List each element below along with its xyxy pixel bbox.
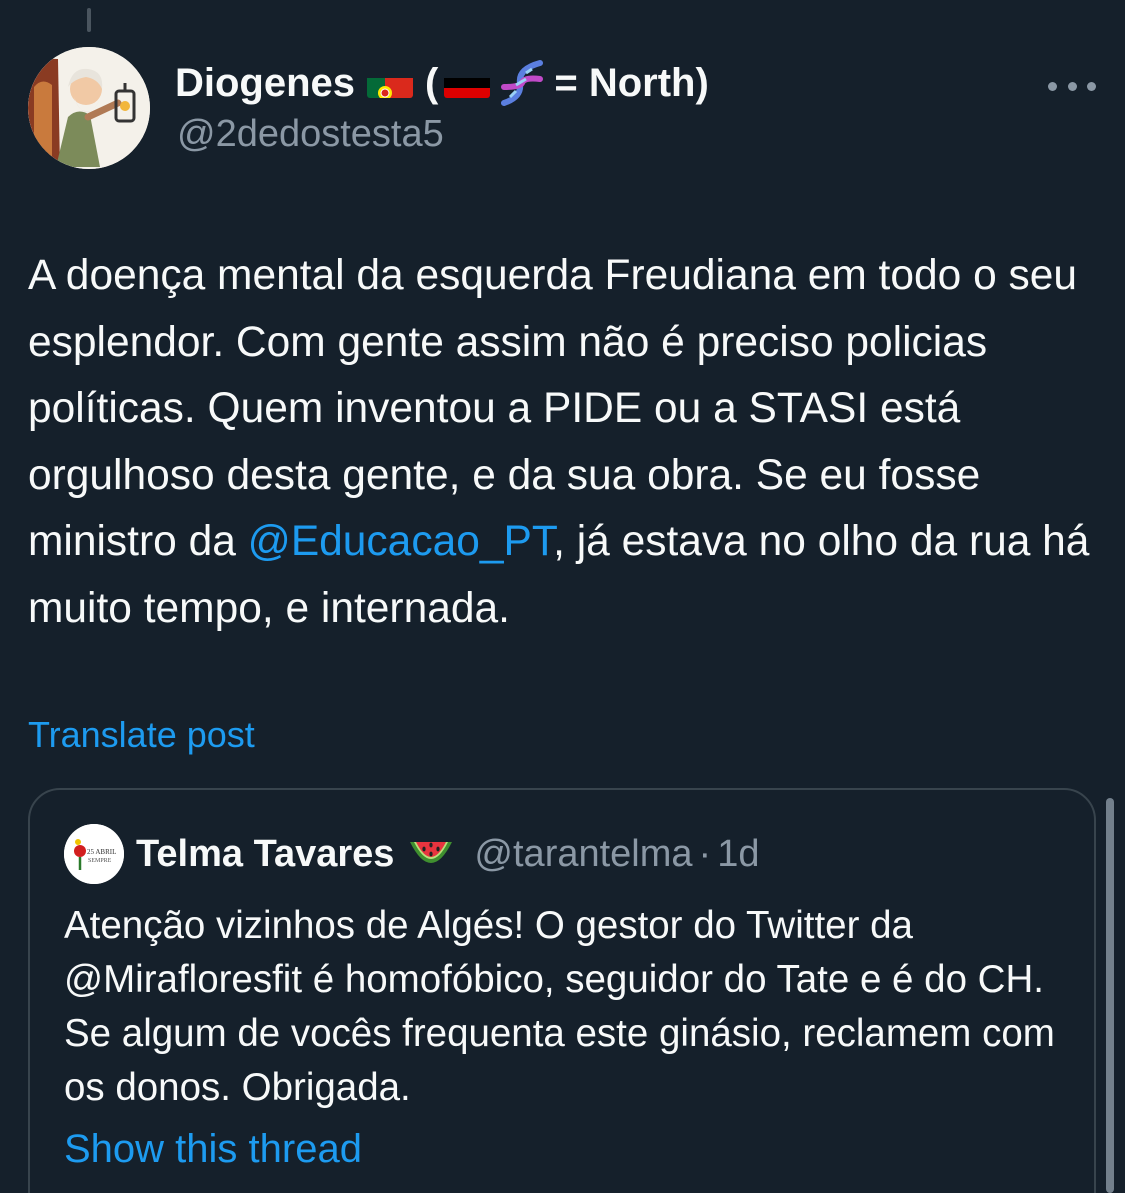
carnation-icon — [74, 845, 86, 857]
more-options-icon[interactable] — [1048, 76, 1096, 96]
author-name: Diogenes — [175, 61, 356, 105]
quoted-author-name[interactable]: Telma Tavares — [136, 833, 394, 876]
quoted-avatar-text-2: SEMPRE — [88, 858, 112, 864]
quoted-author-avatar[interactable]: 25 ABRIL SEMPRE — [64, 824, 124, 884]
portugal-flag-icon — [367, 68, 414, 98]
quoted-avatar-text-1: 25 ABRIL — [87, 848, 116, 856]
author-handle[interactable]: @2dedostesta5 — [177, 110, 444, 158]
name-paren-open: ( — [425, 61, 439, 105]
quoted-tweet-header: Telma Tavares @tarantelma · 1d — [136, 826, 759, 882]
quoted-author-handle[interactable]: @tarantelma — [474, 833, 692, 876]
show-thread-link[interactable]: Show this thread — [64, 1122, 362, 1176]
thread-connector-line — [87, 8, 91, 32]
author-avatar[interactable] — [28, 47, 150, 169]
watermelon-icon — [406, 832, 456, 876]
translate-post-link[interactable]: Translate post — [28, 712, 255, 758]
name-suffix-text: = North) — [554, 61, 709, 105]
quoted-timestamp[interactable]: 1d — [717, 833, 759, 876]
scrollbar-thumb[interactable] — [1106, 798, 1114, 1193]
dna-icon — [496, 57, 548, 109]
quoted-tweet-text: Atenção vizinhos de Algés! O gestor do T… — [64, 904, 1055, 1109]
tweet-text: A doença mental da esquerda Freudiana em… — [28, 243, 1103, 642]
germany-flag-icon — [444, 68, 491, 98]
author-display-name[interactable]: Diogenes ( = North) — [175, 56, 709, 110]
mention-link[interactable]: @Educacao_PT — [248, 518, 553, 565]
header-separator: · — [698, 832, 712, 875]
diogenes-illustration-icon — [28, 47, 150, 169]
